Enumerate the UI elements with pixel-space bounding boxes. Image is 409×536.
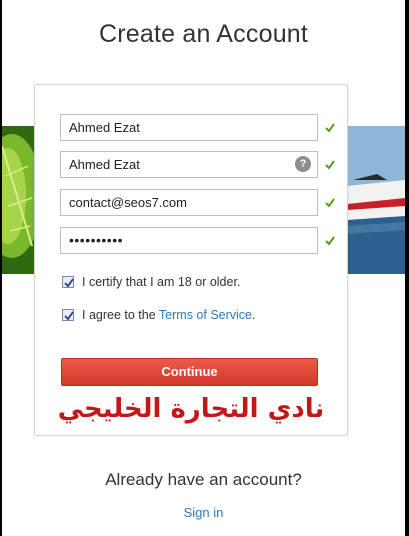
- tos-label-prefix: I agree to the: [82, 308, 159, 322]
- tos-checkbox[interactable]: [62, 309, 74, 321]
- email-field[interactable]: contact@seos7.com: [60, 189, 318, 216]
- age-checkbox[interactable]: [62, 276, 74, 288]
- last-name-field[interactable]: Ahmed Ezat: [60, 151, 318, 178]
- email-value: contact@seos7.com: [69, 195, 187, 210]
- check-icon: [324, 196, 336, 208]
- last-name-value: Ahmed Ezat: [69, 157, 140, 172]
- signup-page: Create an Account Ahmed Ezat Ahmed Ezat: [2, 0, 405, 536]
- help-icon[interactable]: ?: [295, 156, 311, 172]
- watermark-text: نادي التجارة الخليجي: [57, 394, 325, 424]
- already-have-account-text: Already have an account?: [105, 470, 302, 489]
- checkbox-checked-icon: [64, 311, 74, 321]
- first-name-field[interactable]: Ahmed Ezat: [60, 114, 318, 141]
- first-name-value: Ahmed Ezat: [69, 120, 140, 135]
- checkbox-checked-icon: [64, 278, 74, 288]
- page-title: Create an Account: [98, 20, 309, 48]
- check-icon: [324, 158, 336, 170]
- terms-of-service-link[interactable]: Terms of Service: [159, 308, 252, 322]
- check-icon: [324, 121, 336, 133]
- check-icon: [324, 234, 336, 246]
- tos-checkbox-label: I agree to the Terms of Service.: [82, 308, 256, 322]
- tos-label-suffix: .: [252, 308, 256, 322]
- leaf-image: [2, 126, 36, 274]
- continue-button[interactable]: Continue: [61, 358, 318, 386]
- speedboat-image: [347, 126, 405, 274]
- password-value: ••••••••••: [69, 232, 124, 248]
- password-field[interactable]: ••••••••••: [60, 227, 318, 254]
- sign-in-link[interactable]: Sign in: [2, 505, 405, 520]
- age-checkbox-label: I certify that I am 18 or older.: [82, 275, 241, 289]
